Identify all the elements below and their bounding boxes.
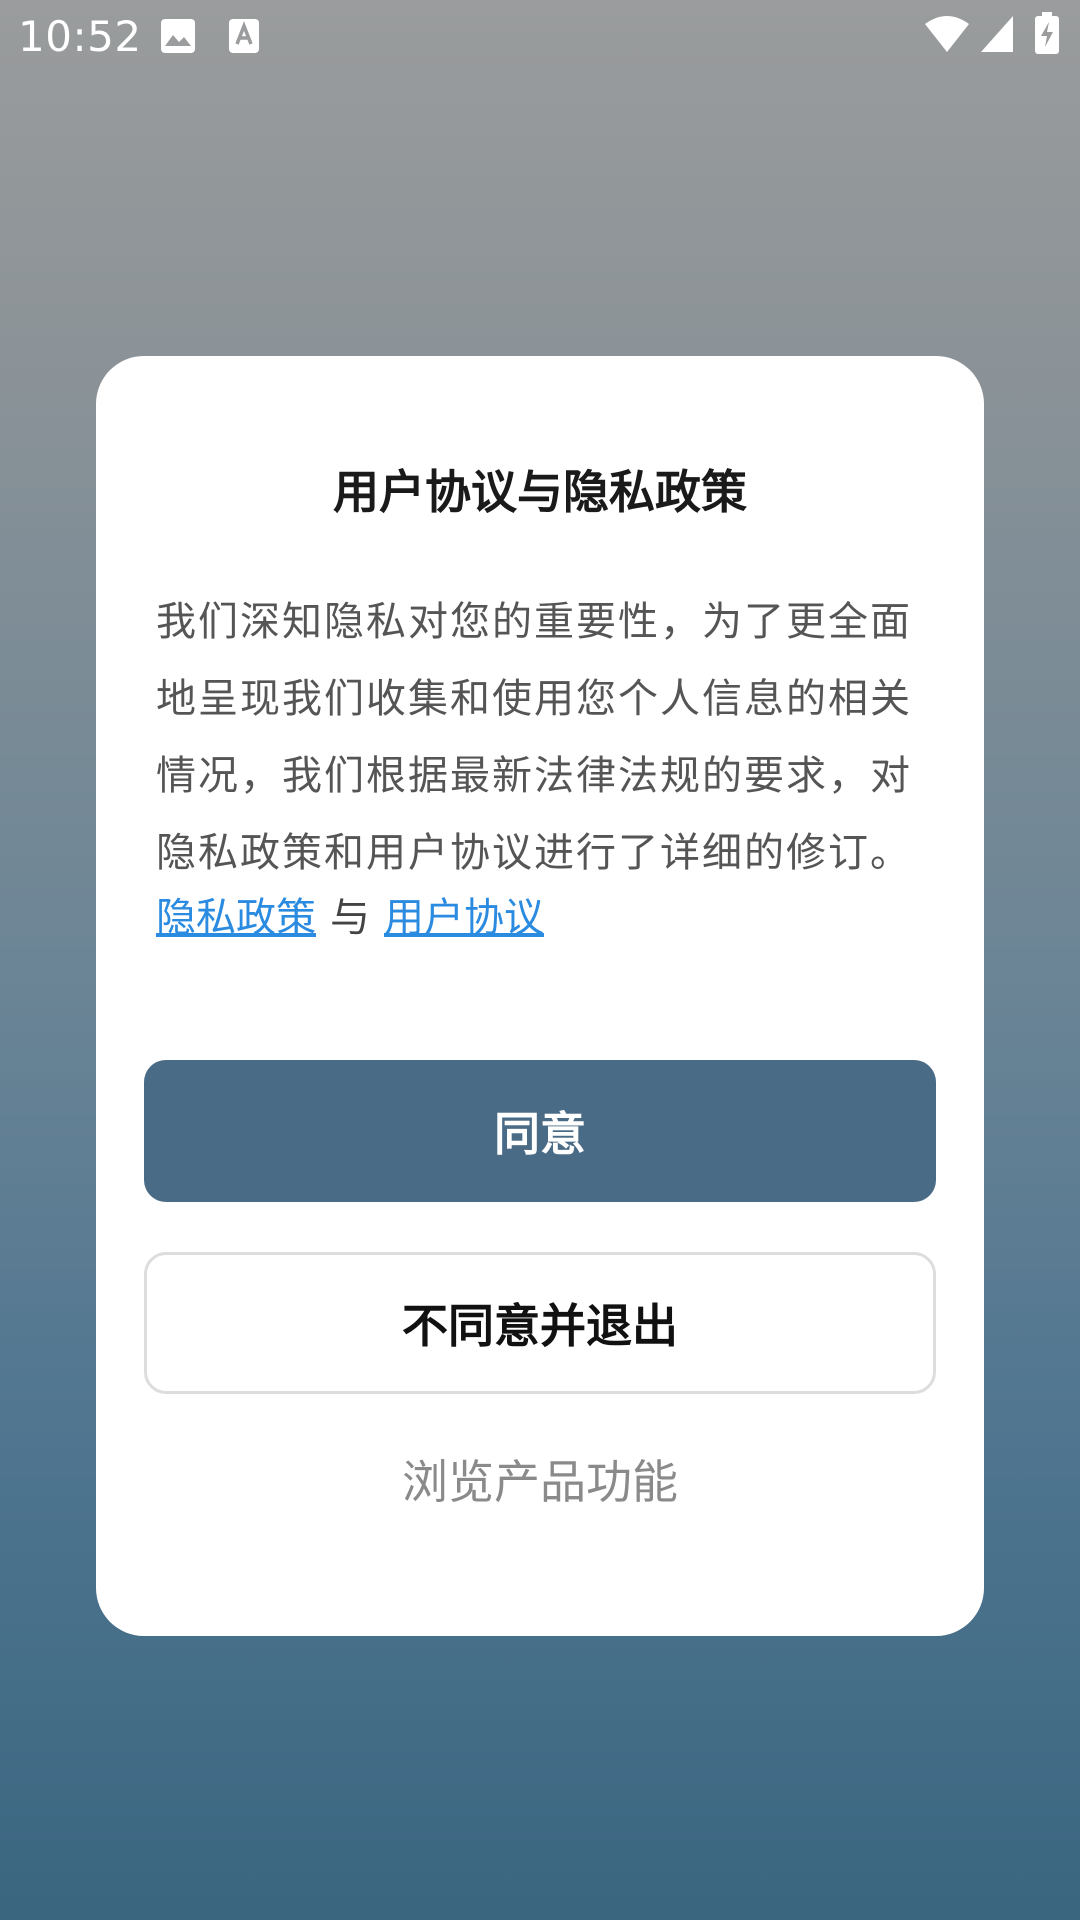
signal-icon [980, 14, 1014, 58]
disagree-exit-button[interactable]: 不同意并退出 [144, 1252, 936, 1394]
text-a-icon [228, 18, 260, 58]
status-time: 10:52 [18, 12, 142, 61]
links-separator: 与 [330, 895, 370, 941]
battery-charging-icon [1034, 12, 1060, 58]
image-icon [160, 18, 196, 58]
agree-button[interactable]: 同意 [144, 1060, 936, 1202]
privacy-policy-link[interactable]: 隐私政策 [156, 895, 316, 941]
policy-links-row: 隐私政策与用户协议 [156, 888, 544, 948]
browse-features-link[interactable]: 浏览产品功能 [96, 1446, 984, 1512]
dialog-body-text[interactable]: 我们深知隐私对您的重要性，为了更全面地呈现我们收集和使用您个人信息的相关情况，我… [156, 584, 924, 894]
dialog-title: 用户协议与隐私政策 [333, 465, 747, 519]
privacy-dialog: 用户协议与隐私政策 我们深知隐私对您的重要性，为了更全面地呈现我们收集和使用您个… [96, 356, 984, 1636]
status-bar: 10:52 [0, 0, 1080, 72]
user-agreement-link[interactable]: 用户协议 [384, 895, 544, 941]
wifi-icon [924, 14, 970, 58]
